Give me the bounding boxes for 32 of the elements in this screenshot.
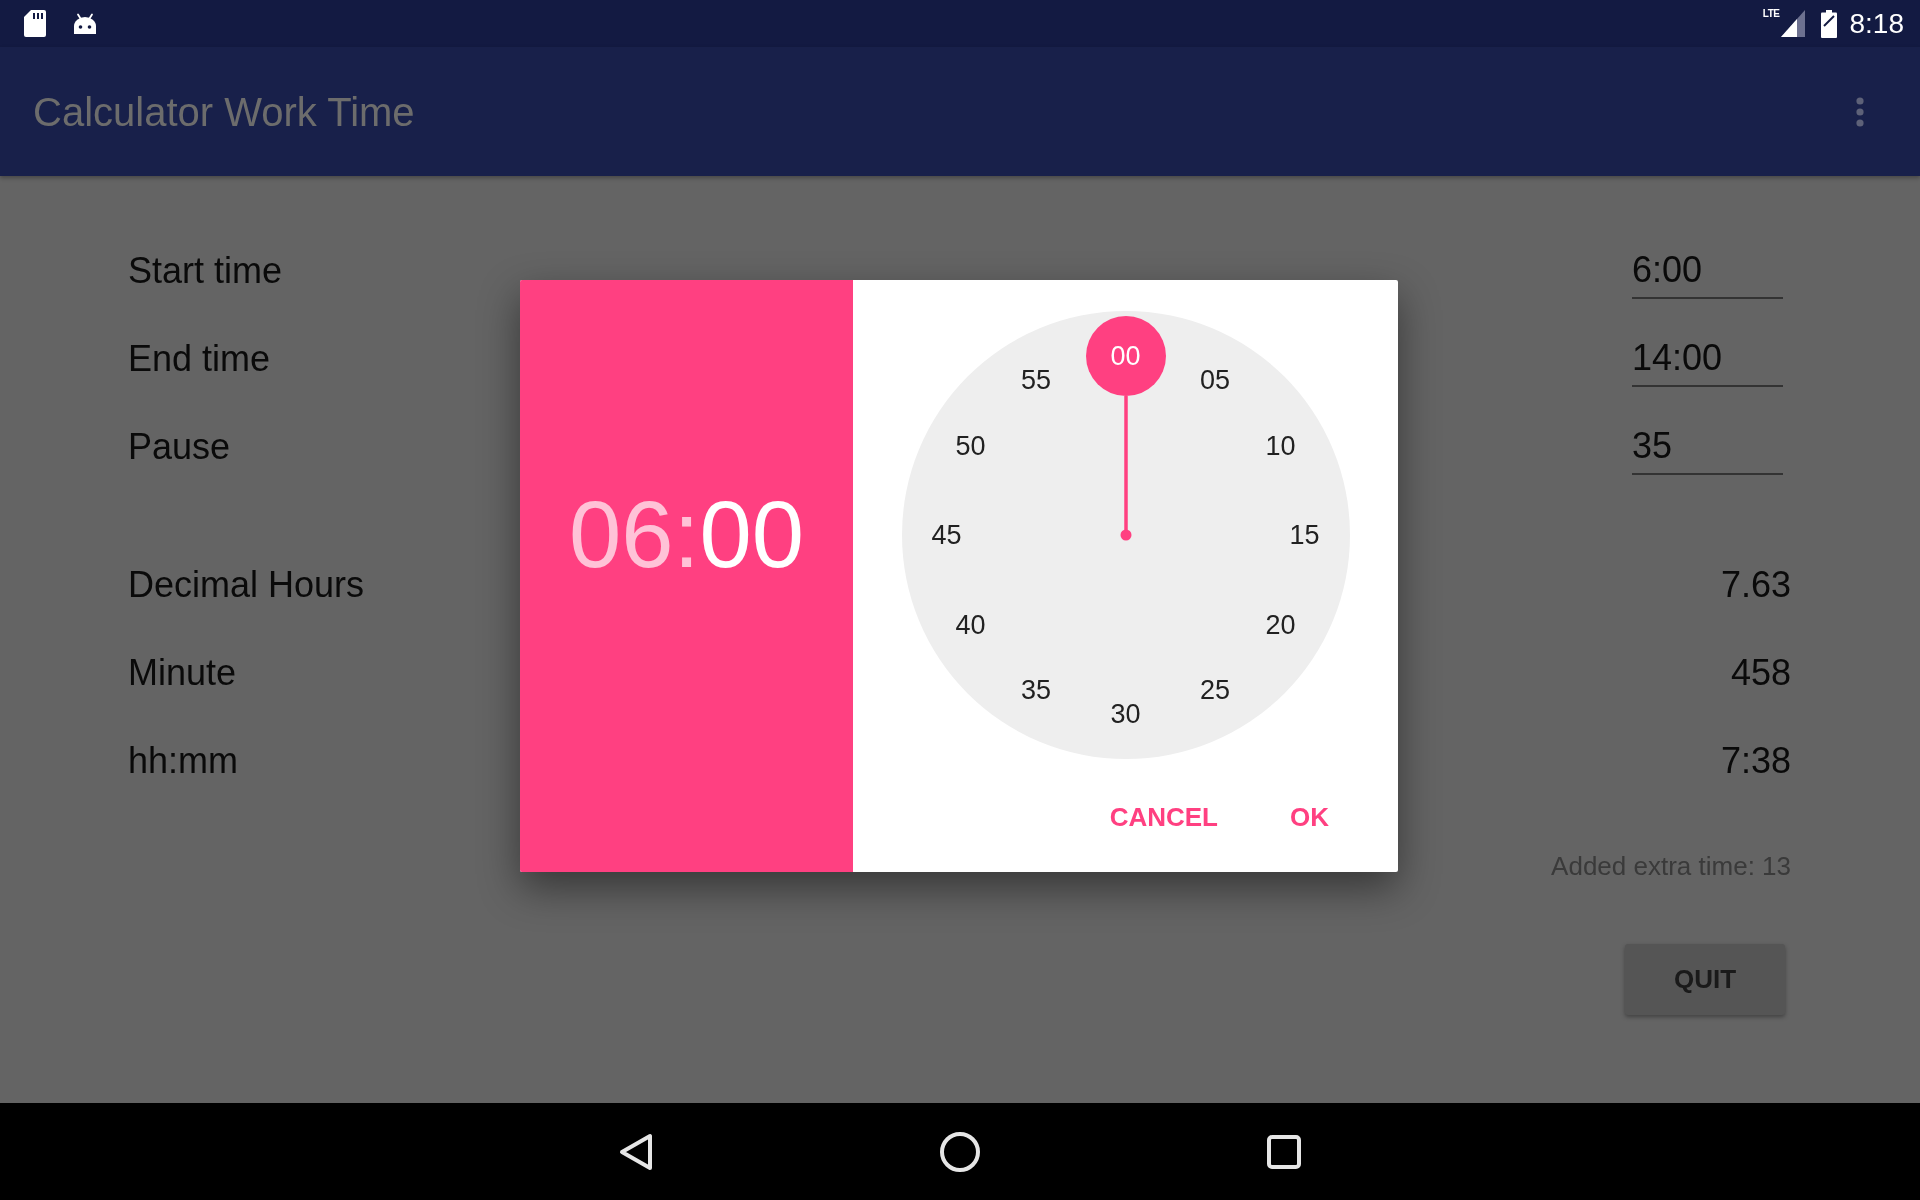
minute-option[interactable]: 20: [1265, 611, 1296, 638]
minute-option[interactable]: 50: [955, 432, 986, 459]
minute-option[interactable]: 40: [955, 611, 986, 638]
sd-card-icon: [24, 10, 46, 37]
result-value: 7.63: [1720, 567, 1791, 603]
robot-icon: [73, 12, 97, 35]
back-icon[interactable]: [619, 1132, 653, 1171]
minute-option[interactable]: 30: [1110, 700, 1141, 728]
minute-option[interactable]: 25: [1200, 676, 1230, 704]
more-options-icon[interactable]: [1856, 96, 1864, 127]
time-separator: :: [673, 488, 700, 582]
status-time: 8:18: [1849, 9, 1904, 38]
field-label: Pause: [128, 429, 231, 465]
minute-option[interactable]: 45: [931, 521, 962, 549]
field-label: hh:mm: [128, 743, 239, 779]
minute-option[interactable]: 35: [1021, 676, 1051, 704]
field-label: Decimal Hours: [128, 567, 365, 603]
battery-icon: [1820, 9, 1837, 38]
field-label: Start time: [128, 253, 283, 289]
result-value: 458: [1730, 655, 1791, 691]
result-value: 7:38: [1720, 743, 1791, 779]
network-type-label: LTE: [1762, 9, 1780, 19]
recents-icon[interactable]: [1267, 1134, 1301, 1169]
signal-icon: [1780, 10, 1805, 37]
minute-option[interactable]: 10: [1265, 432, 1296, 459]
minute-option[interactable]: 55: [1021, 366, 1051, 394]
field-label: Minute: [128, 655, 237, 691]
home-icon[interactable]: [940, 1131, 980, 1172]
minute-option[interactable]: 05: [1200, 366, 1230, 394]
app-title: Calculator Work Time: [33, 91, 415, 132]
minute-option[interactable]: 15: [1289, 521, 1320, 549]
field-label: End time: [128, 341, 271, 377]
